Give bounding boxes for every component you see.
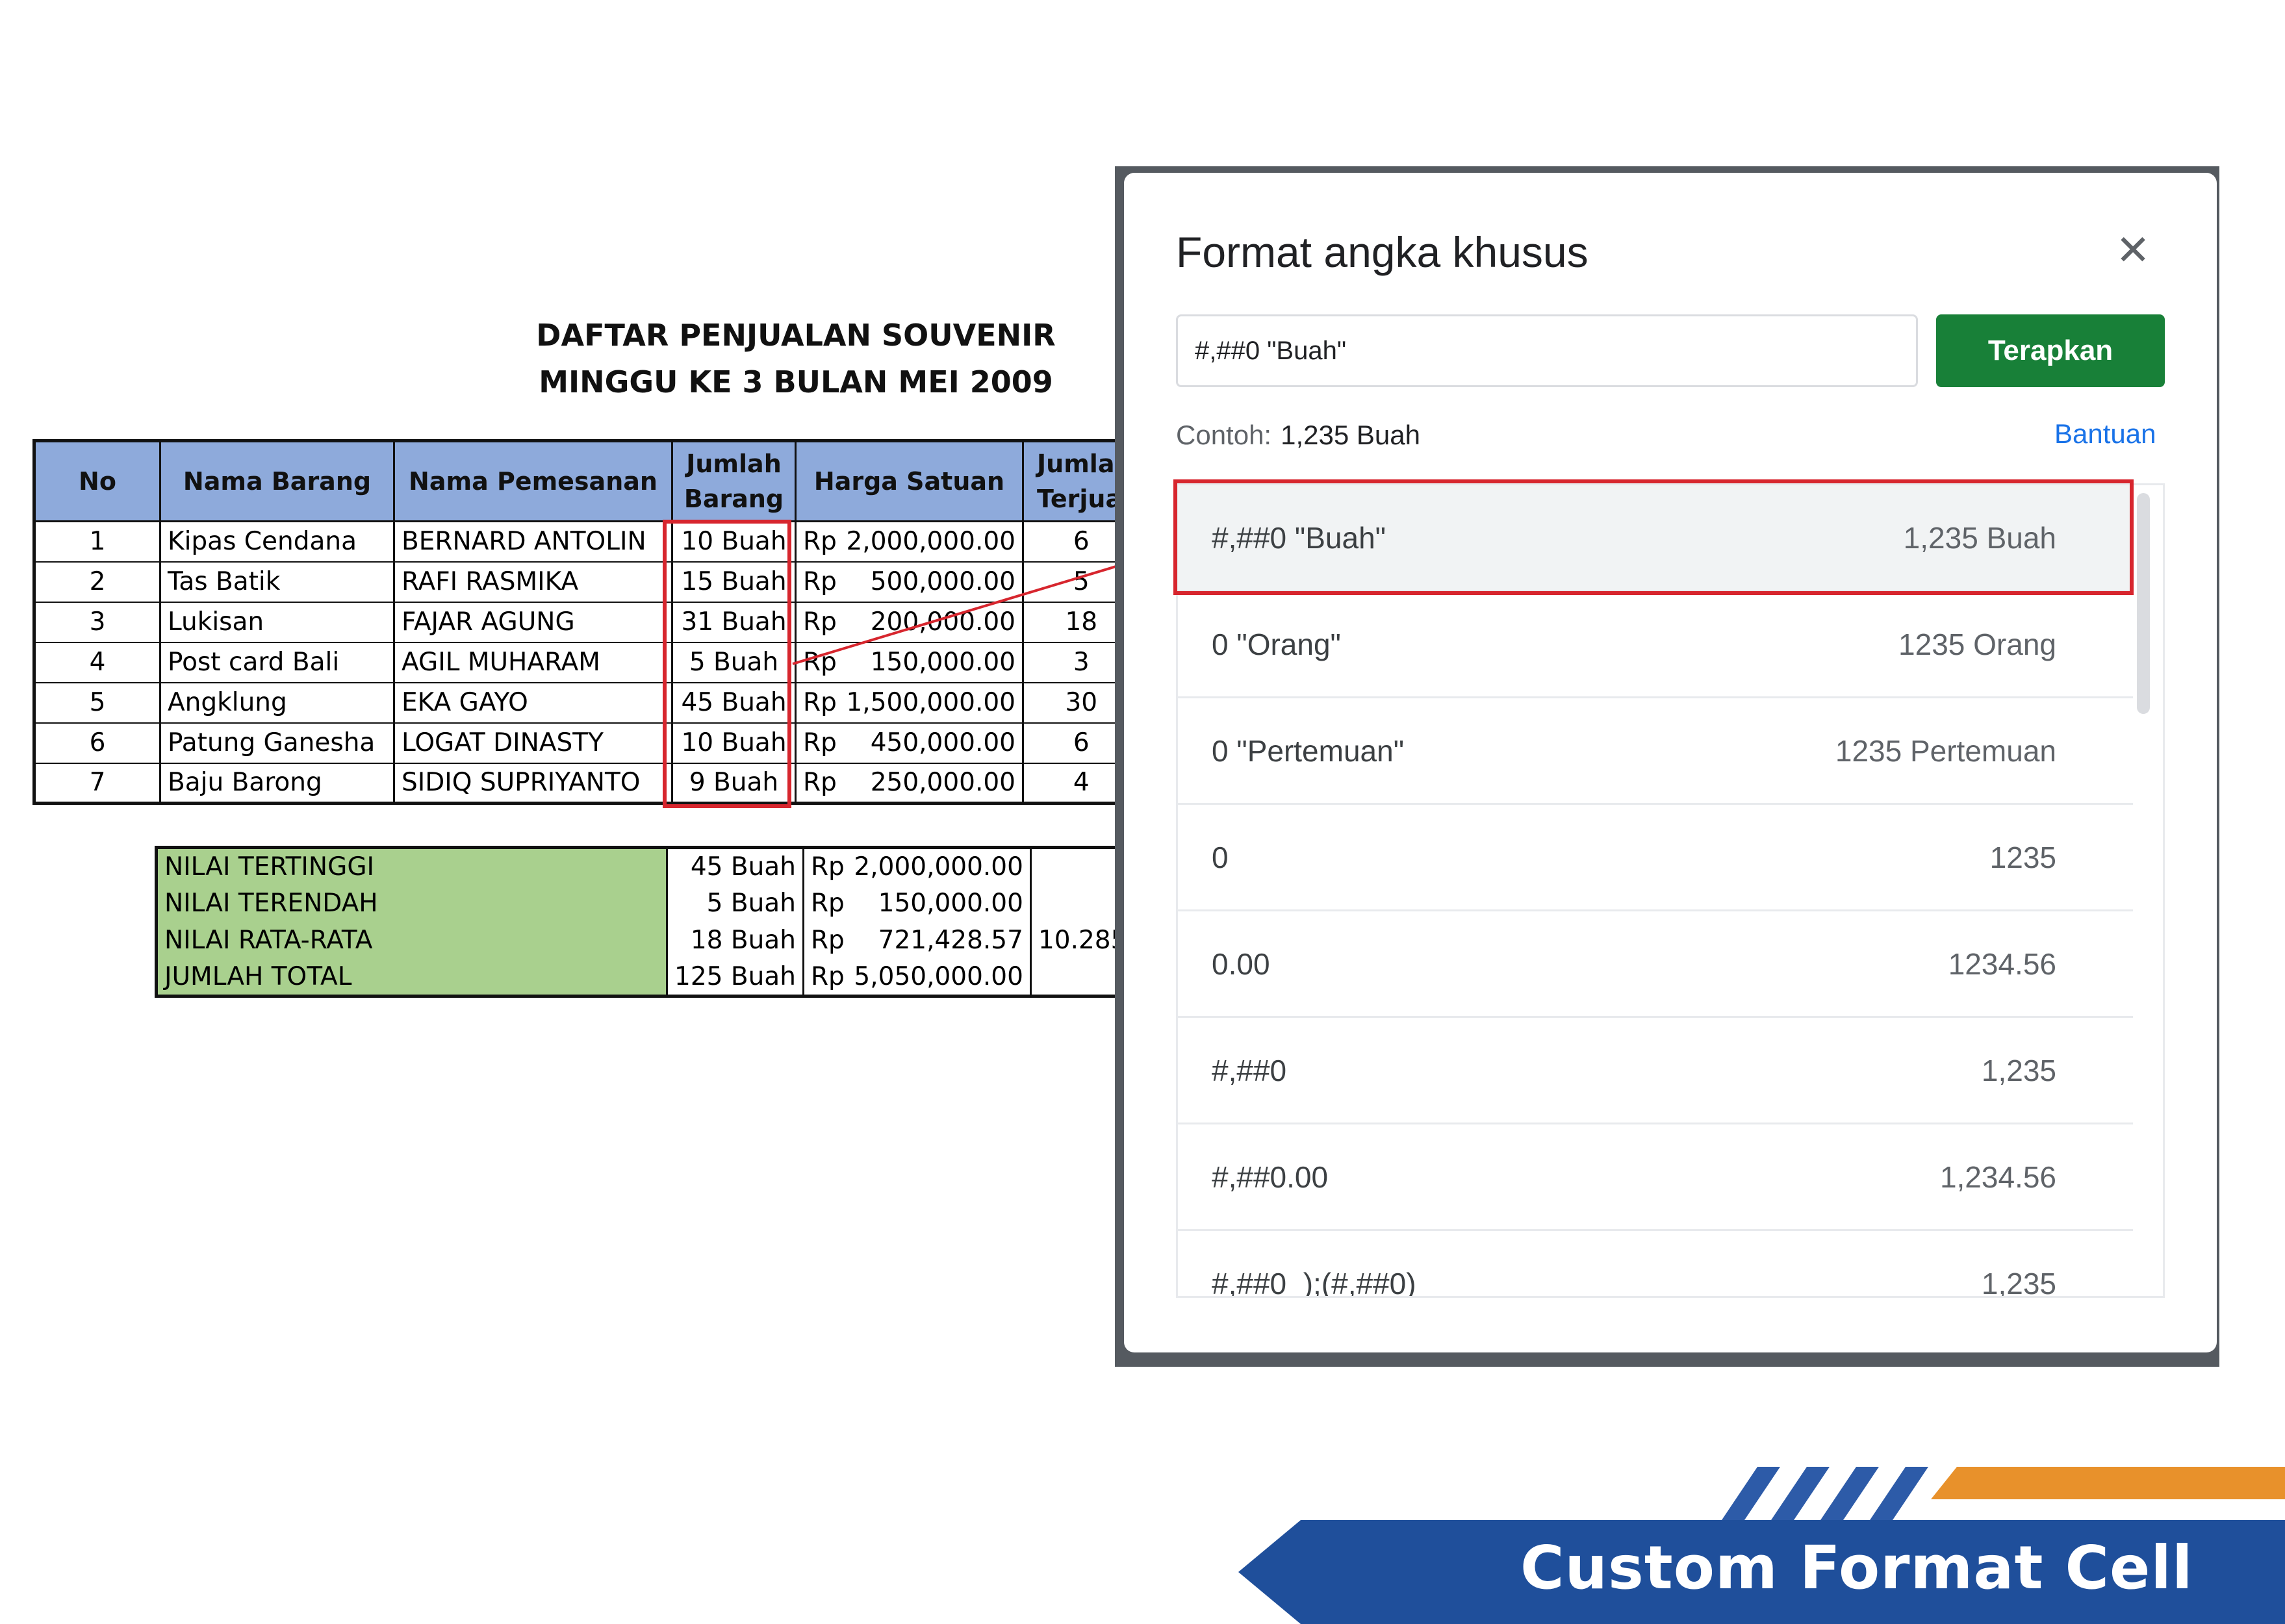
format-pattern: #,##0: [1212, 1053, 1287, 1087]
format-preview: 1234.56: [1948, 946, 2056, 981]
selected-format-highlight: [1173, 479, 2134, 595]
example-value: 1,235 Buah: [1281, 420, 1420, 450]
dialog-title: Format angka khusus: [1176, 228, 1589, 276]
banner-title: Custom Format Cell: [1520, 1533, 2193, 1603]
close-icon[interactable]: ✕: [2110, 227, 2156, 273]
format-option[interactable]: 0 "Orang" 1235 Orang: [1178, 592, 2133, 698]
format-option[interactable]: 0 "Pertemuan" 1235 Pertemuan: [1178, 698, 2133, 805]
format-preview: 1,234.56: [1939, 1160, 2056, 1194]
format-preview: 1235: [1989, 840, 2056, 874]
format-pattern: #,##0_);(#,##0): [1212, 1266, 1416, 1298]
apply-button[interactable]: Terapkan: [1936, 314, 2165, 387]
format-preview: 1235 Pertemuan: [1835, 733, 2056, 768]
format-option[interactable]: 0 1235: [1178, 805, 2133, 911]
format-preview: 1235 Orang: [1898, 627, 2056, 661]
format-option[interactable]: #,##0.00 1,234.56: [1178, 1124, 2133, 1231]
custom-number-format-dialog: Format angka khusus ✕ Terapkan Contoh: 1,…: [1124, 173, 2217, 1352]
format-option[interactable]: #,##0_);(#,##0) 1,235: [1178, 1231, 2133, 1298]
format-preview: 1,235: [1981, 1266, 2056, 1298]
format-list[interactable]: #,##0 "Buah" 1,235 Buah 0 "Orang" 1235 Oran…: [1176, 483, 2165, 1298]
format-option[interactable]: #,##0 1,235: [1178, 1018, 2133, 1124]
example-label: Contoh:: [1176, 420, 1272, 450]
help-link[interactable]: Bantuan: [2054, 418, 2156, 450]
format-input[interactable]: [1176, 314, 1918, 387]
banner-orange-bar: [1931, 1467, 2285, 1499]
format-pattern: 0: [1212, 840, 1229, 874]
format-pattern: 0 "Pertemuan": [1212, 733, 1405, 768]
scrollbar[interactable]: [2137, 493, 2150, 714]
format-pattern: 0 "Orang": [1212, 627, 1341, 661]
example-text: Contoh: 1,235 Buah: [1176, 420, 1420, 451]
format-preview: 1,235: [1981, 1053, 2056, 1087]
format-option[interactable]: 0.00 1234.56: [1178, 911, 2133, 1018]
format-pattern: 0.00: [1212, 946, 1270, 981]
format-pattern: #,##0.00: [1212, 1160, 1329, 1194]
